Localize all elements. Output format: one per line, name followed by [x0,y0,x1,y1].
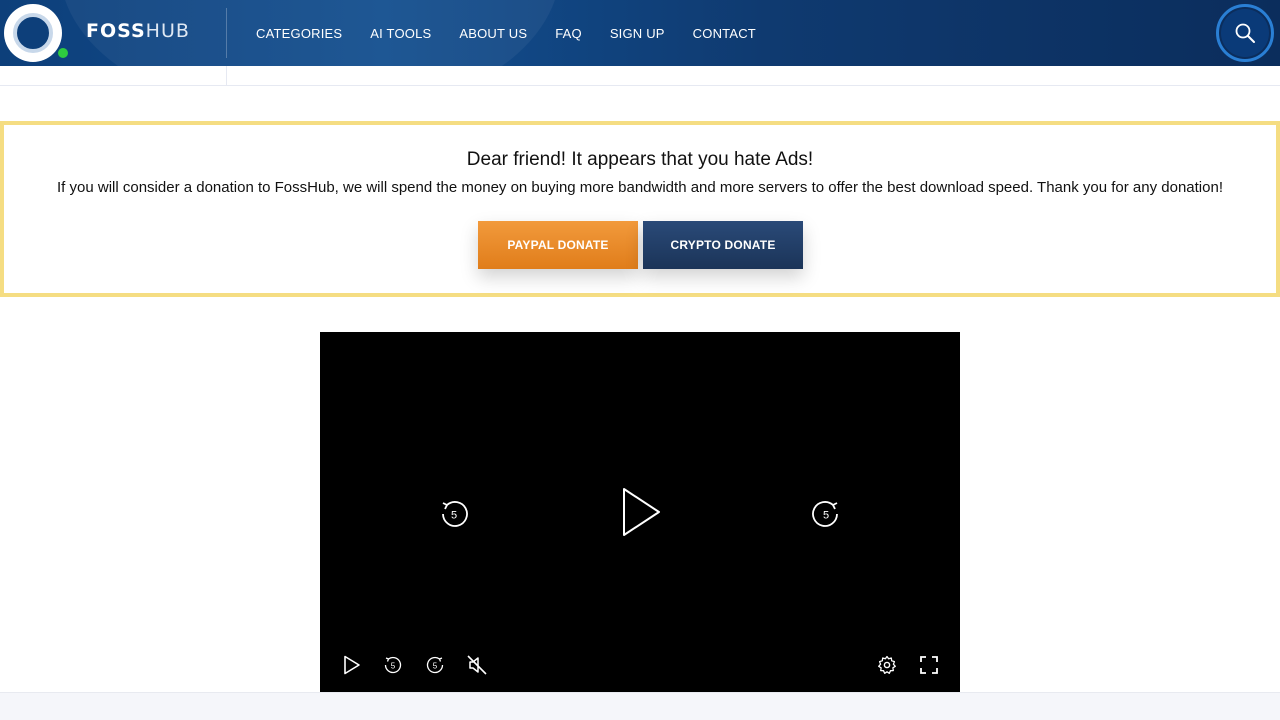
rewind-5-small-button[interactable]: 5 [380,652,406,678]
breadcrumb-bar [0,66,1280,86]
play-icon [344,655,360,675]
big-play-button[interactable] [618,484,664,540]
forward-5-small-button[interactable]: 5 [422,652,448,678]
settings-icon [878,655,896,674]
search-icon [1235,23,1255,43]
brand-wordmark[interactable]: FOSSHUB [86,20,190,42]
site-header: FOSSHUB CATEGORIES AI TOOLS ABOUT US FAQ… [0,0,1280,66]
main-nav: CATEGORIES AI TOOLS ABOUT US FAQ SIGN UP… [256,0,756,66]
donation-banner: Dear friend! It appears that you hate Ad… [0,121,1280,297]
video-player[interactable]: 5 5 5 5 [320,332,960,692]
settings-button[interactable] [874,652,900,678]
svg-text:5: 5 [451,510,457,522]
header-divider [226,8,227,58]
footer-strip [0,692,1280,720]
online-status-dot [58,48,68,58]
fullscreen-icon [920,656,938,674]
play-button[interactable] [339,652,365,678]
svg-text:5: 5 [823,510,829,522]
brand-bold: FOSS [86,20,146,42]
mute-toggle-button[interactable] [464,652,490,678]
nav-categories[interactable]: CATEGORIES [256,26,342,41]
donation-message: If you will consider a donation to FossH… [57,179,1223,196]
fosshub-logo[interactable] [4,4,62,62]
nav-faq[interactable]: FAQ [555,26,582,41]
paypal-donate-button[interactable]: PAYPAL DONATE [478,221,638,269]
crypto-donate-button[interactable]: CRYPTO DONATE [643,221,803,269]
search-button[interactable] [1216,4,1274,62]
forward-5-button[interactable]: 5 [806,494,846,534]
nav-sign-up[interactable]: SIGN UP [610,26,665,41]
rewind-5-icon: 5 [384,656,402,674]
muted-icon [467,655,487,675]
svg-text:5: 5 [391,662,396,671]
play-icon [623,488,660,536]
brand-light: HUB [145,20,190,42]
forward-5-icon: 5 [426,656,444,674]
nav-ai-tools[interactable]: AI TOOLS [370,26,431,41]
donation-title: Dear friend! It appears that you hate Ad… [466,149,814,170]
fullscreen-button[interactable] [916,652,942,678]
nav-about-us[interactable]: ABOUT US [459,26,527,41]
rewind-5-icon: 5 [442,501,468,527]
nav-contact[interactable]: CONTACT [693,26,756,41]
rewind-5-button[interactable]: 5 [434,494,474,534]
svg-text:5: 5 [433,662,438,671]
forward-5-icon: 5 [812,501,838,527]
